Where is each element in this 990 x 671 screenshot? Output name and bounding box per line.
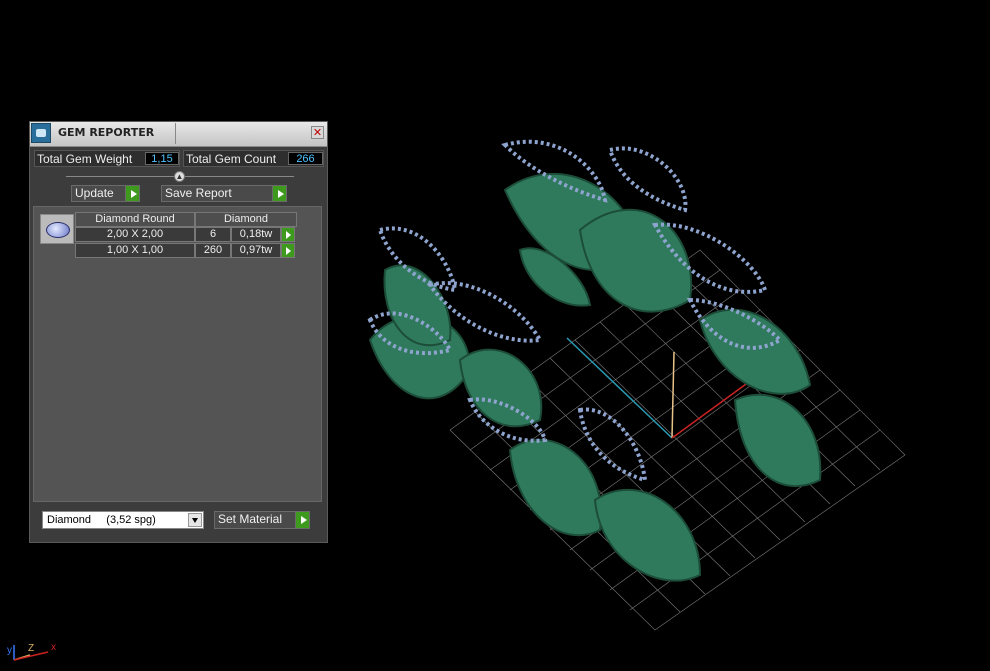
update-button[interactable]: Update [71, 185, 140, 202]
gem-reporter-icon [31, 123, 51, 143]
save-report-button[interactable]: Save Report [161, 185, 287, 202]
gem-size: 2,00 X 2,00 [75, 227, 195, 242]
gem-count: 260 [195, 243, 231, 258]
gem-material-header: Diamond [195, 212, 297, 227]
total-gem-weight-label: Total Gem Weight [37, 152, 133, 166]
update-label: Update [75, 186, 114, 200]
material-select[interactable]: Diamond (3,52 spg) [42, 511, 204, 529]
gem-weight: 0,18tw [231, 227, 281, 242]
jewelry-model[interactable] [368, 172, 822, 582]
window-title: GEM REPORTER [58, 126, 155, 139]
total-gem-weight: Total Gem Weight 1,15 [34, 150, 180, 167]
save-report-label: Save Report [165, 186, 232, 200]
total-gem-count: Total Gem Count 266 [183, 150, 324, 167]
axis-x-label: x [51, 642, 56, 653]
close-icon[interactable]: ✕ [311, 126, 324, 139]
diamond-round-thumbnail[interactable] [40, 214, 74, 244]
play-icon [295, 511, 310, 529]
material-selected-value: Diamond (3,52 spg) [47, 514, 156, 526]
gem-count: 6 [195, 227, 231, 242]
play-icon [125, 185, 140, 202]
axis-z-label: Z [28, 643, 35, 654]
row-play-icon[interactable] [281, 243, 295, 258]
play-icon [272, 185, 287, 202]
collapse-icon[interactable]: ▲ [174, 171, 185, 182]
total-gem-count-label: Total Gem Count [186, 152, 277, 166]
title-separator [175, 123, 176, 144]
axis-y-label: y [7, 645, 12, 656]
title-bar[interactable]: GEM REPORTER ✕ [30, 122, 327, 147]
row-play-icon[interactable] [281, 227, 295, 242]
chevron-down-icon[interactable] [188, 513, 202, 527]
total-gem-count-value: 266 [288, 152, 323, 165]
gem-reporter-panel: GEM REPORTER ✕ Total Gem Weight 1,15 Tot… [29, 121, 328, 543]
gem-size: 1,00 X 1,00 [75, 243, 195, 258]
gem-shape-header: Diamond Round [75, 212, 195, 227]
set-material-label: Set Material [218, 512, 283, 526]
total-gem-weight-value: 1,15 [145, 152, 179, 165]
gem-weight: 0,97tw [231, 243, 281, 258]
gem-list: Diamond Round Diamond 2,00 X 2,00 6 0,18… [33, 206, 322, 502]
set-material-button[interactable]: Set Material [214, 511, 310, 529]
